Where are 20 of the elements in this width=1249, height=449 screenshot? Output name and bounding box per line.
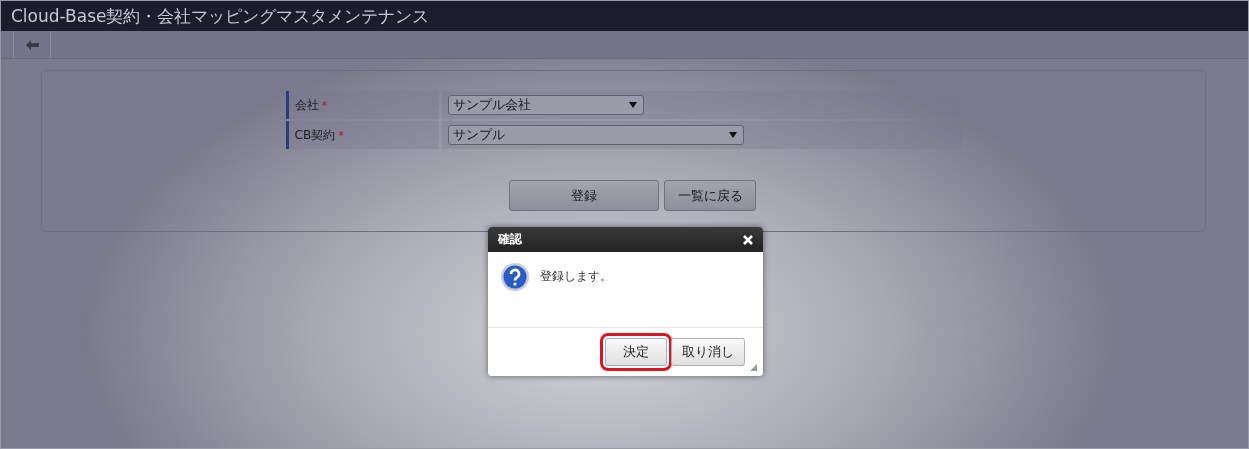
label-text: CB契約: [294, 126, 336, 144]
resize-grip-icon: [750, 364, 757, 371]
required-mark: *: [321, 98, 327, 112]
question-icon: [500, 262, 530, 292]
close-button[interactable]: [743, 234, 753, 245]
caret-icon: [728, 132, 737, 138]
label-text: 会社: [294, 96, 319, 114]
dialog-title: 確認: [498, 231, 522, 248]
window-title: Cloud-Base契約・会社マッピングマスタメンテナンス: [1, 1, 1248, 31]
form-button[interactable]: 一覧に戻る: [664, 180, 756, 211]
dialog-message: 登録します。: [540, 268, 612, 285]
dialog-button[interactable]: 取り消し: [671, 338, 745, 366]
form-button[interactable]: 登録: [509, 180, 659, 211]
close-icon: [743, 234, 753, 245]
select-field[interactable]: サンプル: [447, 125, 744, 145]
select-field[interactable]: サンプル会社: [447, 95, 644, 115]
back-arrow-icon: [25, 39, 39, 50]
caret-icon: [628, 102, 637, 108]
back-button[interactable]: [13, 31, 51, 58]
required-mark: *: [338, 128, 344, 142]
